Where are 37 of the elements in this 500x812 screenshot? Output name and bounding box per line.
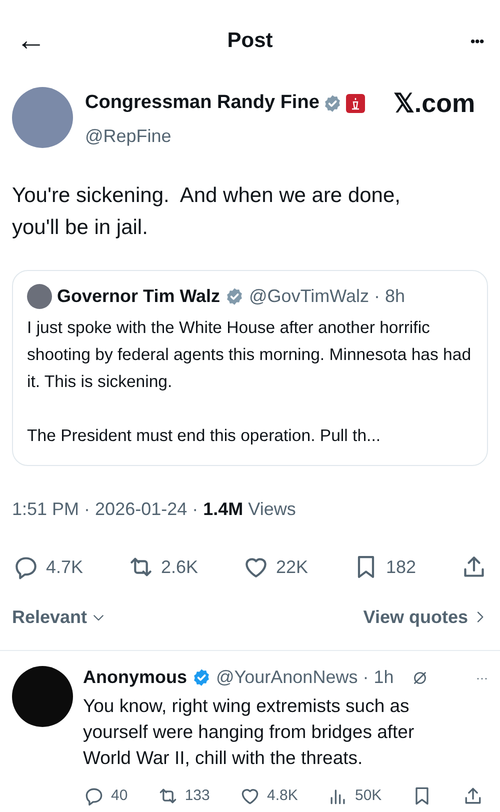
separator-dot: · <box>374 285 380 308</box>
repost-button[interactable]: 2.6K <box>126 553 198 581</box>
reply-button[interactable]: 4.7K <box>12 553 84 581</box>
quoted-post-card[interactable] <box>12 270 488 466</box>
view-count: 1.4M <box>203 498 244 521</box>
separator-dot: · <box>84 498 90 521</box>
page-title: Post <box>227 28 273 54</box>
more-button[interactable]: ··· <box>476 668 488 686</box>
bookmark-button[interactable]: 182 <box>352 553 416 581</box>
separator-dot: · <box>362 666 369 689</box>
author-name[interactable]: Congressman Randy Fine <box>85 89 320 118</box>
repost-button[interactable]: 133 <box>156 784 210 808</box>
quoted-post-text: The President must end this operation. Pull th... <box>27 425 382 447</box>
reply-text: You know, right wing extremists such as yourself were hanging from bridges after World War II, chill with the threats. <box>83 694 416 770</box>
post-date: 2026-01-24 <box>95 498 188 521</box>
like-button[interactable]: 4.8K <box>239 784 298 808</box>
view-quotes-link[interactable]: View quotes <box>363 604 488 630</box>
views-label: Views <box>248 498 296 521</box>
reply-author-handle[interactable]: @YourAnonNews <box>216 664 358 691</box>
like-button[interactable]: 22K <box>242 553 308 581</box>
avatar <box>27 284 52 309</box>
separator-dot: · <box>192 498 198 521</box>
author-handle[interactable]: @RepFine <box>85 123 476 150</box>
sort-dropdown[interactable]: Relevant <box>12 604 106 630</box>
reply-button[interactable]: 40 <box>83 784 128 808</box>
source-label: 𝕏.com <box>393 87 476 120</box>
more-button[interactable]: ••• <box>444 30 484 52</box>
back-button[interactable]: ← <box>16 26 56 56</box>
reply-author-name[interactable]: Anonymous <box>83 664 188 691</box>
quoted-post-text: I just spoke with the White House after another horrific shooting by federal agents this morning. Minnesota has had it. This is sickening. <box>27 317 472 393</box>
post-time: 1:51 PM <box>12 498 80 521</box>
quoted-author-name: Governor Tim Walz <box>57 285 220 308</box>
post-time: 1h <box>374 666 394 689</box>
post-text: You're sickening. And when we are done, you'll be in jail. <box>11 183 402 241</box>
post-time: 8h <box>384 285 405 308</box>
quoted-author-handle: @GovTimWalz <box>249 285 369 308</box>
views-button[interactable]: 50K <box>327 784 382 808</box>
